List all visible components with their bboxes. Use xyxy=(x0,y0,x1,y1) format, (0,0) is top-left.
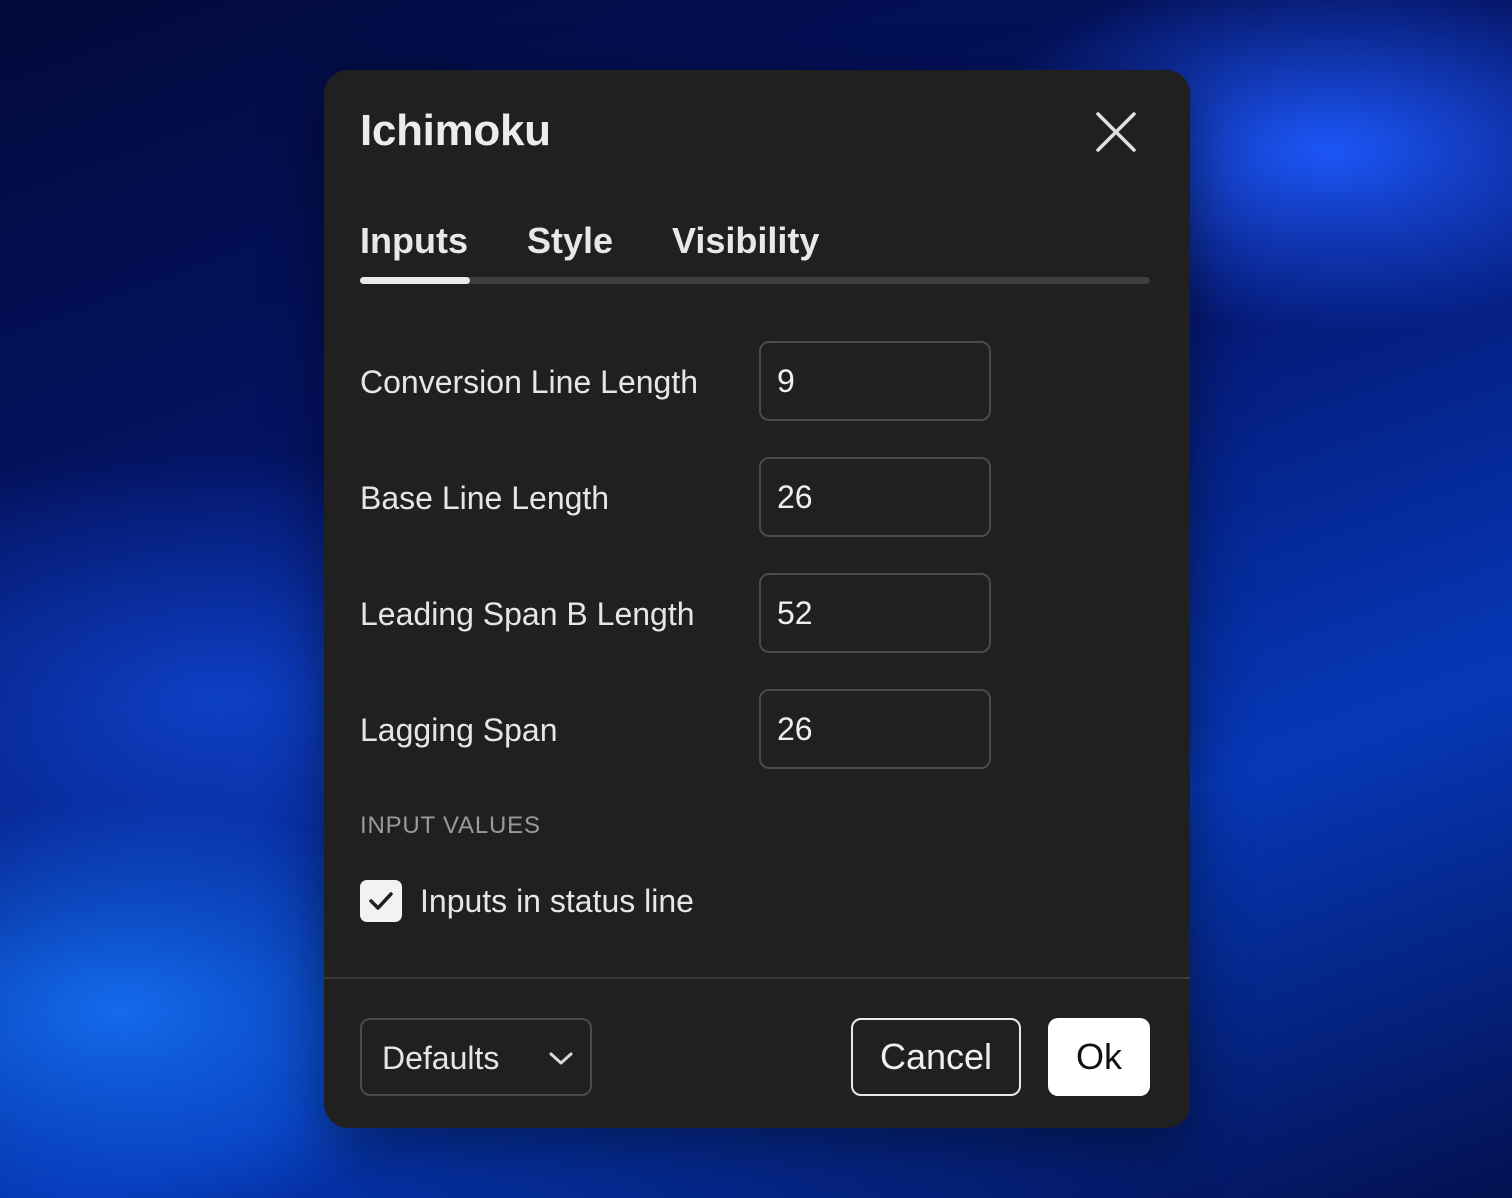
inputs-in-status-line-label[interactable]: Inputs in status line xyxy=(420,881,694,921)
close-icon xyxy=(1096,112,1136,152)
leading-span-b-length-input[interactable] xyxy=(759,573,991,653)
ok-button[interactable]: Ok xyxy=(1048,1018,1150,1096)
defaults-dropdown[interactable]: Defaults xyxy=(360,1018,592,1096)
tab-visibility[interactable]: Visibility xyxy=(672,220,819,262)
checkmark-icon xyxy=(369,892,393,910)
tab-track xyxy=(360,277,1150,284)
conversion-line-length-input[interactable] xyxy=(759,341,991,421)
leading-span-b-length-label: Leading Span B Length xyxy=(360,596,695,632)
lagging-span-input[interactable] xyxy=(759,689,991,769)
input-values-section-title: INPUT VALUES xyxy=(360,812,541,839)
base-line-length-input[interactable] xyxy=(759,457,991,537)
active-tab-indicator xyxy=(360,277,470,284)
defaults-dropdown-label: Defaults xyxy=(382,1040,500,1076)
close-button[interactable] xyxy=(1090,106,1142,158)
tab-inputs[interactable]: Inputs xyxy=(360,220,468,262)
footer-divider xyxy=(324,977,1190,979)
tab-style[interactable]: Style xyxy=(527,220,613,262)
dialog-title: Ichimoku xyxy=(360,106,551,155)
conversion-line-length-label: Conversion Line Length xyxy=(360,364,699,400)
cancel-button[interactable]: Cancel xyxy=(851,1018,1021,1096)
indicator-settings-dialog: Ichimoku Inputs Style Visibility Convers… xyxy=(324,70,1190,1128)
inputs-in-status-line-checkbox[interactable] xyxy=(360,880,402,922)
base-line-length-label: Base Line Length xyxy=(360,480,610,516)
lagging-span-label: Lagging Span xyxy=(360,712,558,748)
chevron-down-icon xyxy=(549,1052,573,1065)
